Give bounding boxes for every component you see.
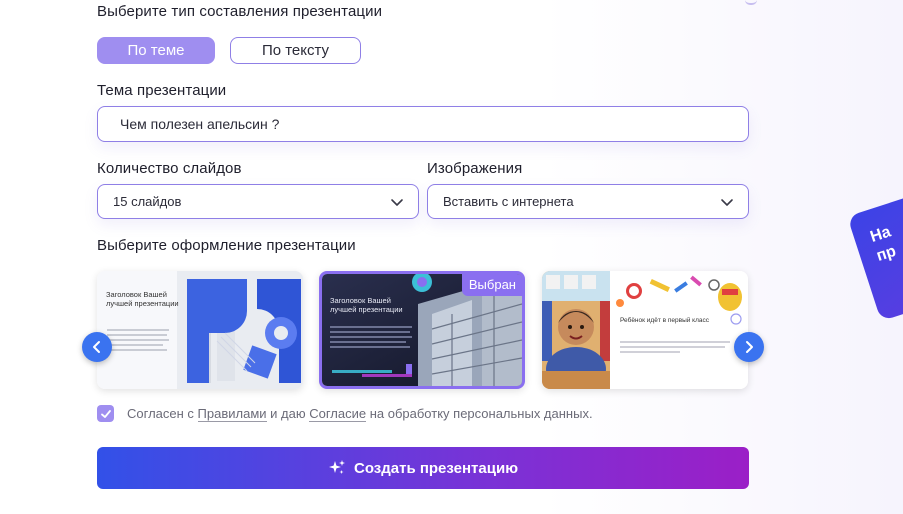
chevron-down-icon — [391, 198, 403, 206]
template-2-title: Заголовок Вашей лучшей презентации — [330, 296, 403, 314]
template-1-title: Заголовок Вашей лучшей презентации — [106, 290, 179, 308]
chevron-right-icon — [746, 341, 753, 353]
slides-count-label: Количество слайдов — [97, 160, 242, 177]
template-3-title: Ребёнок идёт в первый класс — [620, 317, 710, 324]
slides-count-select[interactable]: 15 слайдов — [97, 184, 419, 219]
carousel-prev-button[interactable] — [82, 332, 112, 362]
side-banner-line2: пр — [874, 242, 899, 265]
selected-badge: Выбран — [461, 274, 522, 296]
template-3-preview — [542, 271, 748, 389]
template-card-3[interactable]: Ребёнок идёт в первый класс — [542, 271, 748, 389]
consent-prefix: Согласен с — [127, 406, 198, 421]
topic-input-value: Чем полезен апельсин ? — [120, 116, 280, 132]
topic-input[interactable]: Чем полезен апельсин ? — [97, 106, 749, 142]
side-banner[interactable]: На пр — [847, 188, 903, 322]
decor-corner — [745, 0, 757, 5]
rules-link[interactable]: Правилами — [197, 406, 267, 422]
presentation-type-label: Выберите тип составления презентации — [97, 3, 383, 20]
consent-middle: и даю — [266, 406, 310, 421]
images-label: Изображения — [427, 160, 523, 177]
consent-text: Согласен с Правилами и даю Согласие на о… — [127, 406, 593, 422]
create-presentation-button[interactable]: Создать презентацию — [97, 447, 749, 489]
check-icon — [100, 409, 111, 418]
template-1-preview — [97, 271, 303, 389]
chevron-left-icon — [93, 341, 100, 353]
type-by-text-button[interactable]: По тексту — [230, 37, 361, 64]
consent-checkbox[interactable] — [97, 405, 114, 422]
template-card-2[interactable]: Заголовок Вашей лучшей презентации Выбра… — [319, 271, 525, 389]
chevron-down-icon — [721, 198, 733, 206]
carousel-next-button[interactable] — [734, 332, 764, 362]
images-value: Вставить с интернета — [443, 194, 574, 209]
images-select[interactable]: Вставить с интернета — [427, 184, 749, 219]
design-label: Выберите оформление презентации — [97, 237, 356, 254]
slides-count-value: 15 слайдов — [113, 194, 182, 209]
agreement-link[interactable]: Согласие — [309, 406, 367, 422]
consent-suffix: на обработку персональных данных. — [366, 406, 593, 421]
sparkle-icon — [328, 460, 345, 474]
template-card-1[interactable]: Заголовок Вашей лучшей презентации — [97, 271, 303, 389]
create-presentation-label: Создать презентацию — [353, 459, 519, 477]
topic-label: Тема презентации — [97, 82, 227, 99]
type-by-topic-button[interactable]: По теме — [97, 37, 215, 64]
